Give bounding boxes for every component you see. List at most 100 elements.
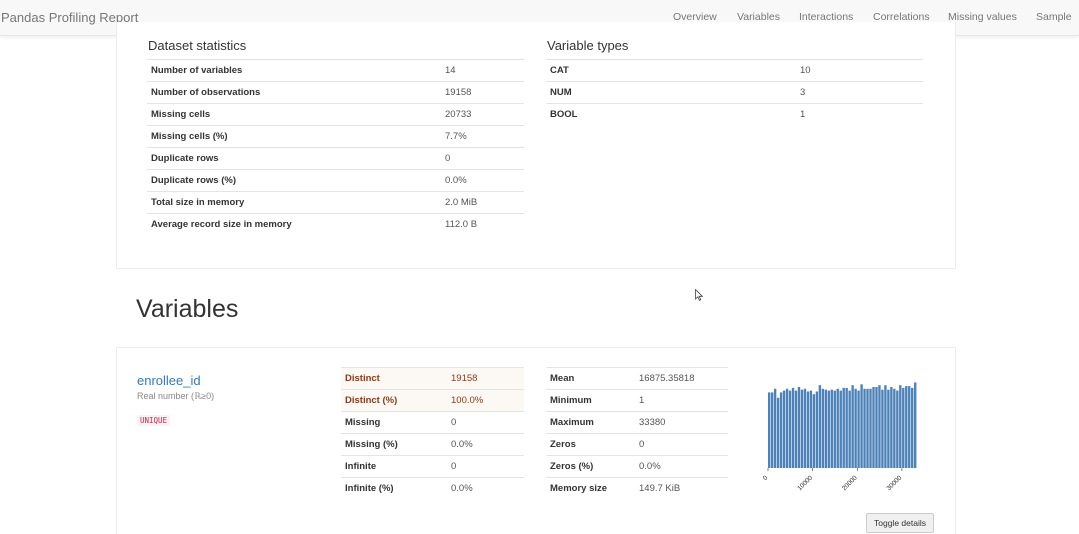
variable-stat-value: 0.0% <box>451 433 524 456</box>
histogram-bar <box>776 397 780 468</box>
histogram-bar <box>809 390 813 468</box>
variable-stats-right-table: Mean 16875.35818 Minimum 1 Maximum 33380 Zeros… <box>546 367 728 500</box>
histogram-bar <box>863 388 866 468</box>
nav-sample[interactable]: Sample <box>1036 11 1072 23</box>
dataset-stat-value: 0 <box>445 147 524 170</box>
toggle-details-button[interactable]: Toggle details <box>866 513 934 533</box>
variable-stat-row: Infinite (%) 0.0% <box>341 477 524 500</box>
histogram-x-tick-label: 30000 <box>886 474 904 492</box>
variable-stat-label: Memory size <box>546 477 639 500</box>
histogram-bar <box>818 385 822 468</box>
variable-stat-label: Distinct (%) <box>341 389 451 412</box>
histogram-bar <box>869 388 872 468</box>
variable-type: Real number (ℝ≥0) <box>137 391 215 401</box>
variable-stat-value: 0.0% <box>639 455 728 478</box>
dataset-stat-label: Duplicate rows <box>147 147 445 170</box>
dataset-stat-value: 7.7% <box>445 125 524 148</box>
histogram-bar <box>827 390 830 468</box>
histogram-bar <box>845 387 848 468</box>
histogram-bar <box>914 382 917 468</box>
unique-badge: UNIQUE <box>137 415 171 426</box>
histogram-bar <box>788 390 792 468</box>
dataset-stat-row: Number of variables 14 <box>147 59 524 82</box>
histogram-bar <box>872 387 875 468</box>
histogram-bar <box>842 387 845 468</box>
histogram-bar <box>806 391 810 468</box>
dataset-stat-label: Duplicate rows (%) <box>147 169 445 192</box>
histogram-bar <box>800 389 804 468</box>
variable-stat-row: Minimum 1 <box>546 389 728 412</box>
dataset-stat-value: 0.0% <box>445 169 524 192</box>
dataset-stat-label: Missing cells <box>147 103 445 126</box>
histogram-bar <box>779 392 783 468</box>
variable-stat-value: 100.0% <box>451 389 524 412</box>
dataset-stat-value: 20733 <box>445 103 524 126</box>
histogram-x-tick-label: 0 <box>762 474 770 482</box>
histogram-bar <box>902 387 905 468</box>
dataset-stat-row: Number of observations 19158 <box>147 81 524 104</box>
variable-type-label: CAT <box>546 59 800 82</box>
histogram-bar <box>878 385 881 468</box>
variable-stat-label: Infinite <box>341 455 451 478</box>
variable-stat-row: Memory size 149.7 KiB <box>546 477 728 500</box>
variable-type-value: 10 <box>800 59 923 82</box>
variable-type-row: NUM 3 <box>546 81 923 104</box>
histogram-bar <box>857 390 860 468</box>
histogram-bar <box>854 388 857 468</box>
histogram-x-tick-label: 10000 <box>796 474 814 492</box>
dataset-stat-value: 19158 <box>445 81 524 104</box>
variable-stat-row: Distinct 19158 <box>341 367 524 390</box>
variable-stat-value: 149.7 KiB <box>639 477 728 500</box>
histogram-bar <box>881 389 884 468</box>
histogram-bar <box>848 390 851 468</box>
variable-stat-label: Distinct <box>341 367 451 390</box>
variable-name-link[interactable]: enrollee_id <box>137 373 201 388</box>
histogram-bar <box>839 390 842 468</box>
variable-stat-label: Zeros <box>546 433 639 456</box>
histogram-bar <box>830 389 833 468</box>
dataset-stat-value: 2.0 MiB <box>445 191 524 214</box>
variable-types-table: CAT 10 NUM 3 BOOL 1 <box>546 59 923 126</box>
variable-type-value: 1 <box>800 103 923 126</box>
dataset-stat-label: Number of observations <box>147 81 445 104</box>
dataset-stat-label: Average record size in memory <box>147 213 445 236</box>
variable-type-label: BOOL <box>546 103 800 126</box>
variable-stat-label: Missing <box>341 411 451 434</box>
dataset-stat-value: 14 <box>445 59 524 82</box>
variable-stat-label: Zeros (%) <box>546 455 639 478</box>
variable-type-value: 3 <box>800 81 923 104</box>
histogram-bar <box>851 385 854 468</box>
histogram-bar <box>866 388 869 468</box>
dataset-stat-value: 112.0 B <box>445 213 524 236</box>
variable-type-row: BOOL 1 <box>546 103 923 126</box>
histogram-bar <box>803 388 807 468</box>
dataset-stat-label: Number of variables <box>147 59 445 82</box>
dataset-stat-label: Missing cells (%) <box>147 125 445 148</box>
histogram-bar <box>860 384 863 468</box>
variable-stat-value: 16875.35818 <box>639 367 728 390</box>
variable-stat-value: 33380 <box>639 411 728 434</box>
histogram-bar <box>785 388 789 468</box>
variable-stat-value: 0 <box>451 455 524 478</box>
variable-stat-row: Missing (%) 0.0% <box>341 433 524 456</box>
variable-stats-left-table: Distinct 19158 Distinct (%) 100.0% Missing 0 M… <box>341 367 524 500</box>
mouse-cursor-icon <box>695 289 703 301</box>
histogram-svg: 0 10000 20000 30000 <box>762 382 917 492</box>
histogram-bar <box>815 391 819 468</box>
dataset-stat-row: Duplicate rows (%) 0.0% <box>147 169 524 192</box>
histogram-bar <box>911 387 914 468</box>
histogram-bar <box>768 392 771 468</box>
histogram-bar <box>770 392 774 468</box>
variable-stat-label: Minimum <box>546 389 639 412</box>
histogram-bar <box>821 388 825 468</box>
histogram-bar <box>782 390 786 468</box>
histogram-bar <box>884 385 887 468</box>
variable-stat-row: Zeros (%) 0.0% <box>546 455 728 478</box>
dataset-stat-row: Average record size in memory 112.0 B <box>147 213 524 236</box>
histogram-x-tick-label: 20000 <box>841 474 859 492</box>
histogram-bar <box>773 388 777 468</box>
histogram-bar <box>887 389 890 468</box>
histogram-bar <box>794 390 798 468</box>
nav-missing-values[interactable]: Missing values <box>948 11 1017 23</box>
variable-stat-row: Infinite 0 <box>341 455 524 478</box>
